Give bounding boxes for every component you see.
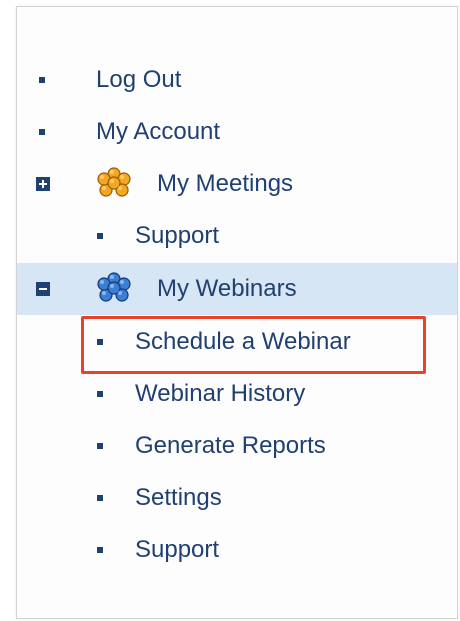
menu-section-label: My Meetings: [157, 170, 294, 197]
menu-item-generate-reports[interactable]: Generate Reports: [17, 420, 457, 472]
collapse-minus-icon[interactable]: [36, 282, 50, 296]
menu-section-label: My Webinars: [157, 275, 297, 302]
bullet-icon: [39, 129, 45, 135]
menu-item-log-out[interactable]: Log Out: [17, 54, 457, 106]
menu-section-my-webinars[interactable]: My Webinars: [17, 263, 457, 315]
menu-item-meetings-support[interactable]: Support: [17, 210, 457, 262]
bullet-icon: [97, 391, 103, 397]
menu-item-webinars-support[interactable]: Support: [17, 524, 457, 576]
bullet-icon: [97, 339, 103, 345]
menu-item-my-account[interactable]: My Account: [17, 106, 457, 158]
menu-item-label: Generate Reports: [135, 432, 326, 459]
webinars-flower-icon: [97, 272, 131, 302]
navigation-panel: Log Out My Account My Meetings Support M…: [16, 6, 458, 619]
menu-item-settings[interactable]: Settings: [17, 472, 457, 524]
menu-item-label: Support: [135, 536, 220, 563]
bullet-icon: [97, 233, 103, 239]
expand-plus-icon[interactable]: [36, 177, 50, 191]
bullet-icon: [97, 443, 103, 449]
menu-item-webinar-history[interactable]: Webinar History: [17, 368, 457, 420]
menu-item-label: Webinar History: [135, 380, 306, 407]
bullet-icon: [97, 495, 103, 501]
meetings-flower-icon: [97, 167, 131, 197]
menu-item-schedule-webinar[interactable]: Schedule a Webinar: [17, 316, 457, 368]
bullet-icon: [97, 547, 103, 553]
bullet-icon: [39, 77, 45, 83]
menu-item-label: Schedule a Webinar: [135, 328, 351, 355]
menu-item-label: My Account: [96, 118, 221, 145]
menu-item-label: Log Out: [96, 66, 182, 93]
menu-section-my-meetings[interactable]: My Meetings: [17, 158, 457, 210]
menu-item-label: Settings: [135, 484, 222, 511]
menu-item-label: Support: [135, 222, 220, 249]
